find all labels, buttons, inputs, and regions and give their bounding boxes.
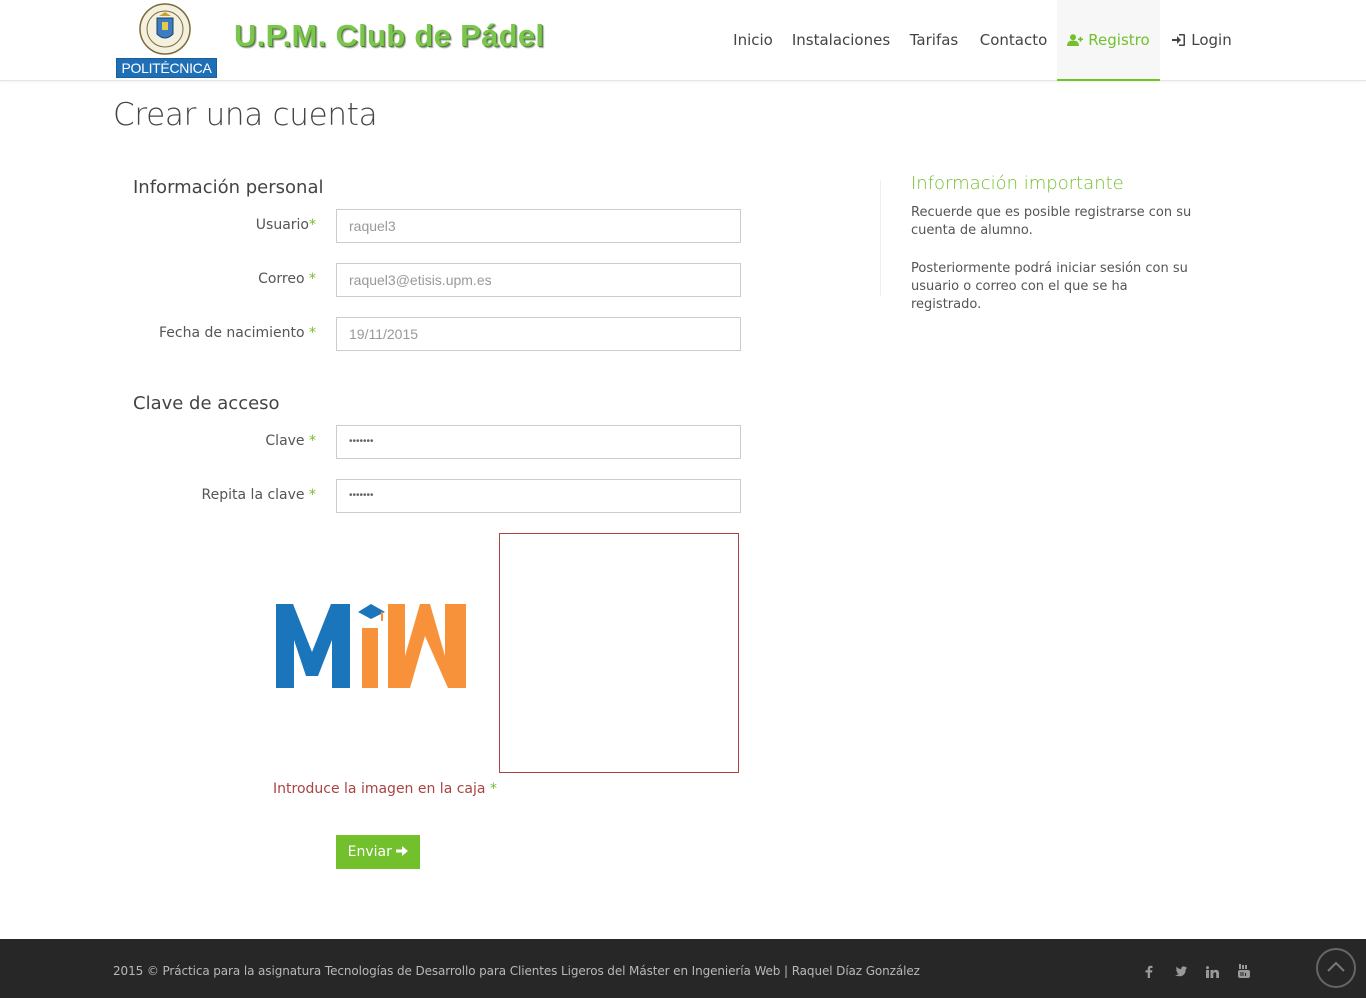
usuario-label: Usuario*	[256, 217, 316, 233]
arrow-right-icon	[396, 846, 409, 856]
correo-input[interactable]: raquel3@etisis.upm.es	[336, 263, 741, 297]
sidebar-paragraph-2: Posteriormente podrá iniciar sesión con …	[911, 261, 1188, 312]
captcha-drop-box[interactable]	[499, 533, 739, 773]
button-label: Enviar	[347, 844, 392, 860]
required-mark: *	[309, 325, 316, 341]
nav-contacto[interactable]: Contacto	[970, 0, 1057, 81]
user-plus-icon	[1067, 34, 1084, 46]
nav-inicio[interactable]: Inicio	[722, 0, 784, 81]
label-text: Introduce la imagen en la caja	[273, 781, 490, 797]
label-text: Clave	[265, 433, 309, 449]
nav-label: Inicio	[733, 31, 773, 49]
chevron-up-icon	[1327, 961, 1345, 972]
nav-label: Tarifas	[909, 31, 959, 49]
label-text: Correo	[258, 271, 309, 287]
required-mark: *	[309, 271, 316, 287]
label-text: Fecha de nacimiento	[158, 325, 309, 341]
personal-info-heading: Información personal	[133, 177, 324, 198]
twitter-icon[interactable]	[1171, 963, 1189, 981]
fecha-nacimiento-input[interactable]: 19/11/2015	[336, 317, 741, 351]
sidebar-title: Información importante	[911, 173, 1124, 194]
page-title: Crear una cuenta	[113, 97, 378, 133]
nav-instalaciones[interactable]: Instalaciones	[784, 0, 898, 81]
logo-text: POLITÉCNICA	[116, 58, 217, 78]
linkedin-icon[interactable]	[1203, 963, 1221, 981]
scroll-to-top-button[interactable]	[1316, 948, 1356, 988]
nav-label: Login	[1191, 31, 1232, 49]
miw-logo-image[interactable]	[274, 600, 470, 692]
nav-registro[interactable]: Registro	[1057, 0, 1160, 81]
enviar-button[interactable]: Enviar	[336, 835, 420, 869]
upm-logo[interactable]: POLITÉCNICA	[116, 2, 217, 78]
repita-clave-label: Repita la clave *	[202, 487, 316, 503]
site-title[interactable]: U.P.M. Club de Pádel	[234, 18, 544, 54]
clave-label: Clave *	[265, 433, 316, 449]
nav-label: Contacto	[979, 31, 1048, 49]
header: POLITÉCNICA U.P.M. Club de Pádel Inicio …	[0, 0, 1366, 81]
sidebar-paragraph-1: Recuerde que es posible registrarse con …	[911, 205, 1192, 238]
upm-crest-icon	[139, 3, 191, 55]
clave-heading: Clave de acceso	[133, 393, 280, 414]
label-text: Usuario	[255, 217, 309, 233]
nav-login[interactable]: Login	[1160, 0, 1244, 81]
nav-label: Registro	[1088, 31, 1150, 49]
correo-label: Correo *	[258, 271, 316, 287]
nav-tarifas[interactable]: Tarifas	[898, 0, 970, 81]
footer-text: 2015 © Práctica para la asignatura Tecno…	[113, 964, 920, 978]
clave-input[interactable]: •••••••	[336, 425, 741, 459]
facebook-icon[interactable]	[1139, 963, 1157, 981]
youtube-icon[interactable]	[1235, 963, 1253, 981]
repita-clave-input[interactable]: •••••••	[336, 479, 741, 513]
label-text: Repita la clave	[201, 487, 309, 503]
sign-in-icon	[1172, 34, 1186, 46]
required-mark: *	[309, 217, 316, 233]
required-mark: *	[309, 487, 316, 503]
captcha-label: Introduce la imagen en la caja *	[273, 781, 497, 797]
usuario-input[interactable]: raquel3	[336, 209, 741, 243]
fecha-label: Fecha de nacimiento *	[159, 325, 316, 341]
nav-label: Instalaciones	[791, 31, 891, 49]
required-mark: *	[309, 433, 316, 449]
required-mark: *	[489, 781, 497, 797]
